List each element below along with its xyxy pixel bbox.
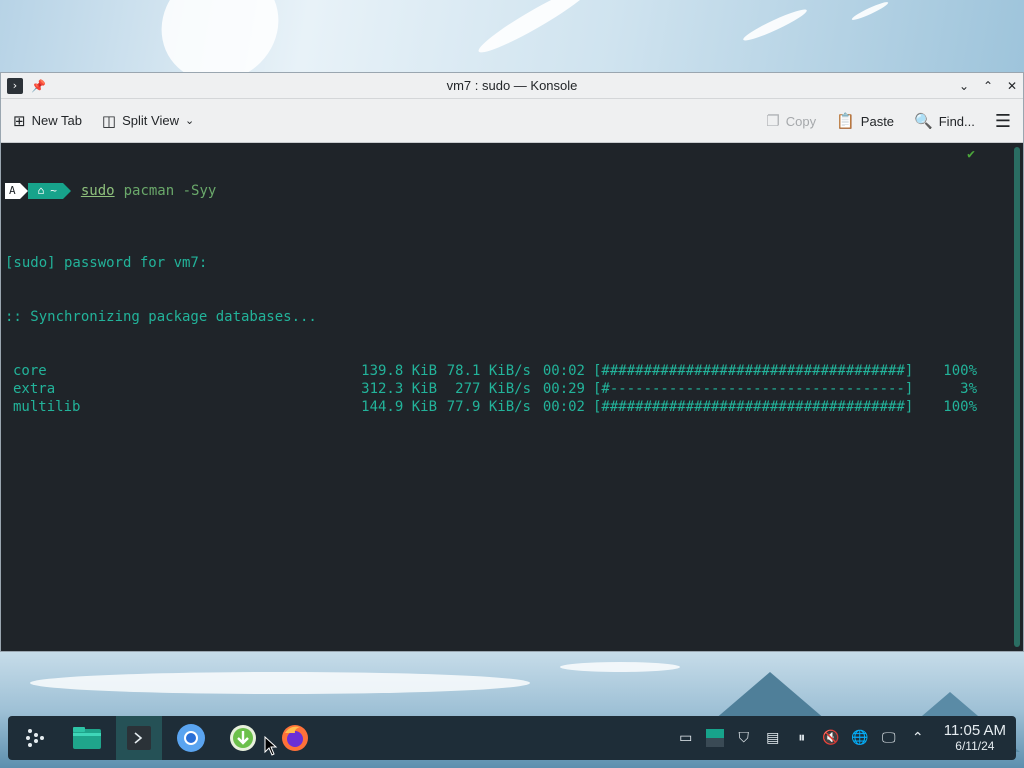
split-view-button[interactable]: ◫ Split View ⌄ xyxy=(102,112,194,130)
copy-button[interactable]: ❐ Copy xyxy=(766,112,816,130)
system-tray: ▭ ⛉ ▤ ⏸ 🔇 🌐 🖵 ⌃ 11:05 AM 6/11/24 xyxy=(677,716,1006,760)
copy-icon: ❐ xyxy=(766,112,780,130)
sync-pct: 100% xyxy=(943,363,977,379)
task-konsole[interactable] xyxy=(116,716,162,760)
sync-table: core 139.8 KiB 78.1 KiB/s 00:02 [###########… xyxy=(5,362,1011,416)
new-tab-icon: ⊞ xyxy=(13,111,26,130)
sync-bar: [####################################] xyxy=(593,399,914,415)
taskbar: ▭ ⛉ ▤ ⏸ 🔇 🌐 🖵 ⌃ 11:05 AM 6/11/24 xyxy=(8,716,1016,760)
sync-bar: [#-----------------------------------] xyxy=(593,381,914,397)
sync-row: core 139.8 KiB 78.1 KiB/s 00:02 [###########… xyxy=(5,362,1011,380)
task-file-manager[interactable] xyxy=(64,716,110,760)
sync-time: 00:02 xyxy=(542,399,585,415)
copy-label: Copy xyxy=(785,113,817,129)
sync-size: 139.8 KiB xyxy=(361,363,437,379)
home-segment: ⌂ ~ xyxy=(27,183,63,199)
shell-prompt: A ⌂ ~ sudo pacman -Syy xyxy=(5,182,1011,200)
task-chromium[interactable] xyxy=(168,716,214,760)
task-firefox[interactable] xyxy=(272,716,318,760)
clock-date: 6/11/24 xyxy=(955,739,995,753)
sync-speed: 77.9 KiB/s xyxy=(446,399,531,415)
status-check-icon: ✔ xyxy=(967,147,975,162)
new-tab-label: New Tab xyxy=(31,113,82,128)
sync-size: 312.3 KiB xyxy=(361,381,437,397)
clipboard-icon[interactable]: ▤ xyxy=(764,729,782,747)
task-download-manager[interactable] xyxy=(220,716,266,760)
sync-size: 144.9 KiB xyxy=(361,399,437,415)
terminal-view[interactable]: A ⌂ ~ sudo pacman -Syy ✔ [sudo] password… xyxy=(1,144,1011,650)
hamburger-menu-button[interactable]: ☰ xyxy=(995,111,1011,132)
hamburger-menu-icon: ☰ xyxy=(994,110,1011,132)
sync-row: extra 312.3 KiB 277 KiB/s 00:29 [#----------… xyxy=(5,380,1011,398)
download-manager-icon xyxy=(230,725,256,751)
output-line: [sudo] password for vm7: xyxy=(5,255,208,271)
sync-time: 00:02 xyxy=(542,363,585,379)
sync-speed: 277 KiB/s xyxy=(455,381,531,397)
chevron-up-icon[interactable]: ⌃ xyxy=(909,729,927,747)
clock-time: 11:05 AM xyxy=(943,722,1006,739)
paste-icon: 📋 xyxy=(836,112,855,130)
application-launcher-button[interactable] xyxy=(12,716,58,760)
media-pause-icon[interactable]: ⏸ xyxy=(793,729,811,747)
display-icon[interactable]: 🖵 xyxy=(880,729,898,747)
new-tab-button[interactable]: ⊞ New Tab xyxy=(13,112,82,130)
sync-time: 00:29 xyxy=(542,381,585,397)
volume-muted-icon[interactable]: 🔇 xyxy=(822,729,840,747)
title-bar[interactable]: › 📌 vm7 : sudo — Konsole ⌄ ⌃ ✕ xyxy=(1,73,1023,99)
sync-name: core xyxy=(13,363,47,379)
paste-label: Paste xyxy=(860,113,895,129)
mouse-cursor-icon xyxy=(264,736,278,756)
pin-icon[interactable]: 📌 xyxy=(31,79,46,93)
search-icon: 🔍 xyxy=(914,112,933,130)
file-manager-icon xyxy=(73,727,101,749)
sync-name: extra xyxy=(13,381,56,397)
output-line: :: Synchronizing package databases... xyxy=(5,309,317,325)
find-label: Find... xyxy=(938,113,975,129)
sync-speed: 78.1 KiB/s xyxy=(446,363,531,379)
firefox-icon xyxy=(282,725,308,751)
virtual-desktop-pager-icon[interactable] xyxy=(705,729,724,747)
split-view-label: Split View xyxy=(122,113,179,128)
terminal-icon xyxy=(127,726,151,750)
application-launcher-icon xyxy=(26,729,44,747)
shield-icon[interactable]: ⛉ xyxy=(735,729,753,747)
home-icon: ⌂ xyxy=(37,184,45,197)
window-title: vm7 : sudo — Konsole xyxy=(446,78,578,93)
terminal-scrollbar[interactable] xyxy=(1014,147,1020,647)
sync-pct: 3% xyxy=(960,381,977,397)
find-button[interactable]: 🔍 Find... xyxy=(914,112,975,130)
sync-row: multilib 144.9 KiB 77.9 KiB/s 00:02 [#######… xyxy=(5,398,1011,416)
show-desktop-icon[interactable]: ▭ xyxy=(677,729,695,747)
maximize-icon[interactable]: ⌃ xyxy=(981,79,995,93)
command-args: pacman -Syy xyxy=(123,183,217,199)
wallpaper-top xyxy=(0,0,1024,72)
split-view-icon: ◫ xyxy=(101,111,117,130)
sync-pct: 100% xyxy=(943,399,977,415)
konsole-window: › 📌 vm7 : sudo — Konsole ⌄ ⌃ ✕ ⊞ New Tab… xyxy=(0,72,1024,652)
konsole-app-icon[interactable]: › xyxy=(7,77,23,94)
minimize-icon[interactable]: ⌄ xyxy=(957,79,971,93)
digital-clock[interactable]: 11:05 AM 6/11/24 xyxy=(943,722,1006,754)
sync-name: multilib xyxy=(13,399,81,415)
command-sudo: sudo xyxy=(80,183,115,199)
chevron-down-icon: ⌄ xyxy=(184,114,195,127)
sync-bar: [####################################] xyxy=(593,363,914,379)
os-segment: A xyxy=(5,183,20,199)
main-toolbar: ⊞ New Tab ◫ Split View ⌄ ❐ Copy 📋 Paste … xyxy=(1,99,1023,143)
network-globe-icon[interactable]: 🌐 xyxy=(851,729,869,747)
close-icon[interactable]: ✕ xyxy=(1005,79,1019,93)
paste-button[interactable]: 📋 Paste xyxy=(836,112,894,130)
chromium-icon xyxy=(177,724,205,752)
